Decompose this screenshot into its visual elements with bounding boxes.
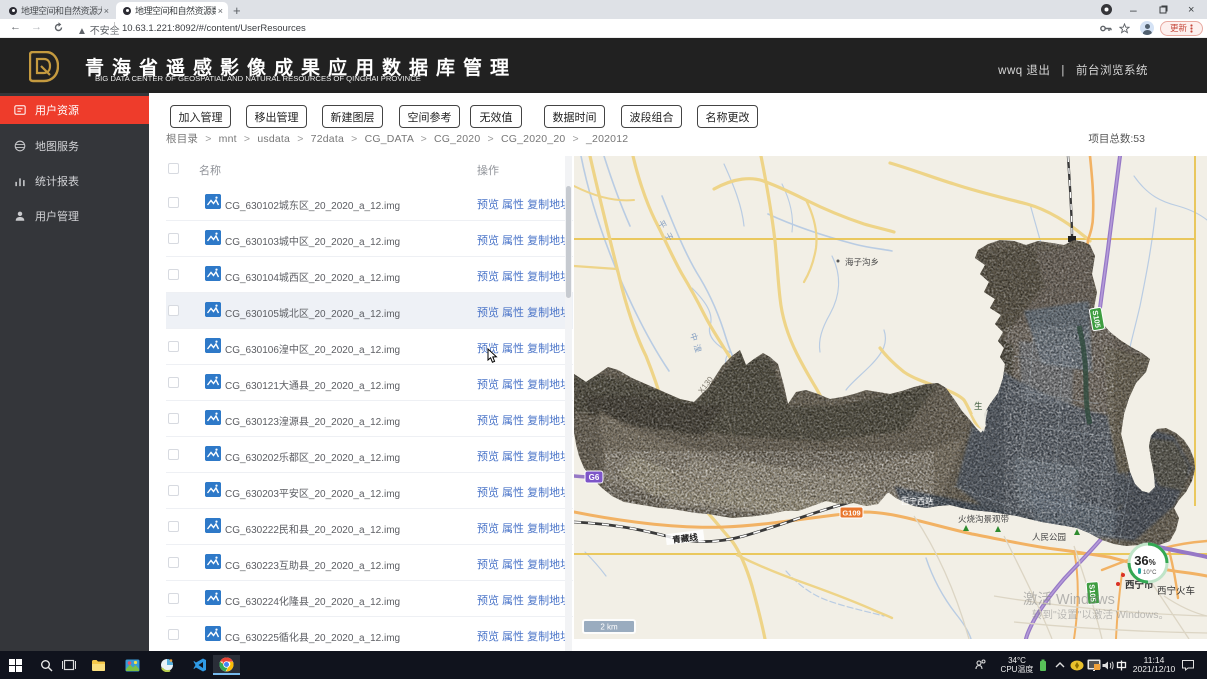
svg-text:转到"设置"以激活 Windows。: 转到"设置"以激活 Windows。 (1032, 608, 1169, 621)
svg-text:西宁火车: 西宁火车 (1157, 585, 1195, 597)
svg-text:G6: G6 (589, 473, 600, 482)
svg-text:火烧沟景观带: 火烧沟景观带 (958, 514, 1010, 524)
svg-text:2 km: 2 km (600, 623, 618, 632)
svg-text:G109: G109 (842, 509, 860, 518)
svg-text:人民公园: 人民公园 (1032, 532, 1066, 542)
svg-text:激活 Windows: 激活 Windows (1023, 591, 1115, 608)
svg-text:海子沟乡: 海子沟乡 (845, 257, 879, 267)
svg-text:10°C: 10°C (1143, 570, 1157, 576)
svg-text:西宁西站: 西宁西站 (901, 496, 933, 506)
svg-text:生: 生 (974, 401, 983, 411)
